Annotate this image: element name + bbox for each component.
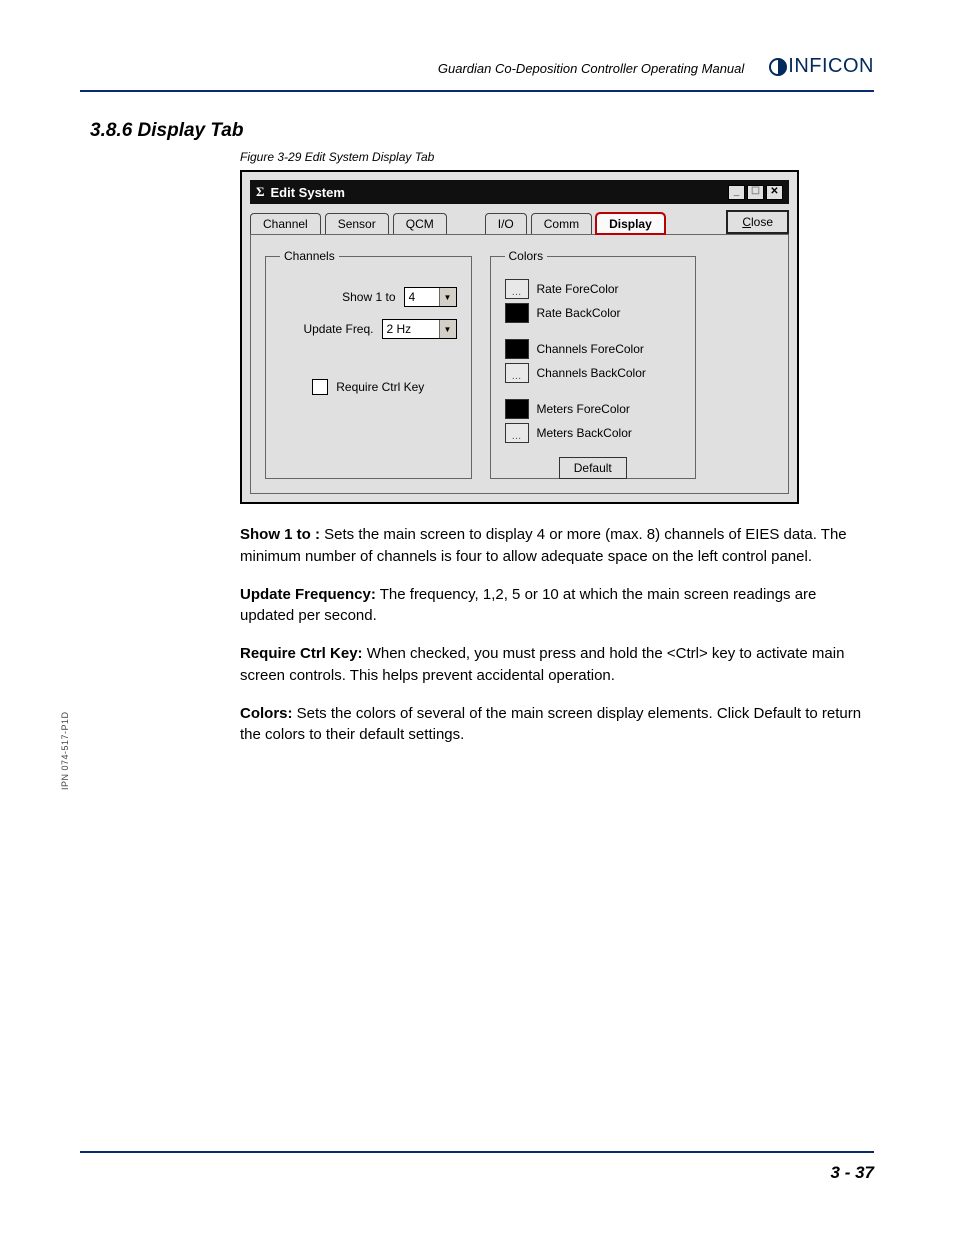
minimize-button[interactable]: _	[728, 185, 745, 200]
footer-rule	[80, 1151, 874, 1153]
tab-comm[interactable]: Comm	[531, 213, 592, 234]
header-rule	[80, 90, 874, 92]
channels-group: Channels Show 1 to ▼ Update Freq.	[265, 249, 472, 479]
brand-logo: INFICON	[768, 55, 874, 78]
tab-io[interactable]: I/O	[485, 213, 527, 234]
dialog-titlebar: Σ Edit System _ ☐ ✕	[250, 180, 789, 204]
tab-qcm[interactable]: QCM	[393, 213, 447, 234]
tab-sensor[interactable]: Sensor	[325, 213, 389, 234]
chevron-down-icon[interactable]: ▼	[439, 288, 456, 306]
rate-backcolor-swatch[interactable]	[505, 303, 529, 323]
tab-channel[interactable]: Channel	[250, 213, 321, 234]
rate-forecolor-swatch[interactable]: …	[505, 279, 529, 299]
meters-backcolor-swatch[interactable]: …	[505, 423, 529, 443]
dialog-title: Edit System	[271, 185, 345, 200]
channels-backcolor-swatch[interactable]: …	[505, 363, 529, 383]
show-1-to-label: Show 1 to	[342, 290, 395, 304]
app-icon: Σ	[256, 184, 265, 200]
meters-forecolor-swatch[interactable]	[505, 399, 529, 419]
update-freq-label: Update Freq.	[303, 322, 373, 336]
colors-legend: Colors	[505, 249, 548, 263]
meters-backcolor-label: Meters BackColor	[537, 426, 632, 440]
close-x-button[interactable]: ✕	[766, 185, 783, 200]
section-heading: 3.8.6 Display Tab	[90, 120, 874, 142]
channels-backcolor-label: Channels BackColor	[537, 366, 646, 380]
require-ctrl-key-label: Require Ctrl Key	[336, 380, 424, 394]
channels-legend: Channels	[280, 249, 339, 263]
rate-forecolor-label: Rate ForeColor	[537, 282, 619, 296]
maximize-button[interactable]: ☐	[747, 185, 764, 200]
tab-display[interactable]: Display	[596, 213, 665, 234]
channels-forecolor-label: Channels ForeColor	[537, 342, 644, 356]
manual-title: Guardian Co-Deposition Controller Operat…	[80, 61, 754, 78]
meters-forecolor-label: Meters ForeColor	[537, 402, 630, 416]
chevron-down-icon[interactable]: ▼	[439, 320, 456, 338]
tab-strip: Channel Sensor QCM I/O Comm Display Clos…	[250, 210, 789, 234]
close-button[interactable]: Close	[726, 210, 789, 234]
rate-backcolor-label: Rate BackColor	[537, 306, 621, 320]
show-1-to-combo[interactable]: ▼	[404, 287, 457, 307]
channels-forecolor-swatch[interactable]	[505, 339, 529, 359]
require-ctrl-key-checkbox[interactable]	[312, 379, 328, 395]
update-freq-combo[interactable]: ▼	[382, 319, 457, 339]
update-freq-input[interactable]	[383, 320, 439, 338]
default-button[interactable]: Default	[559, 457, 627, 479]
page-number: 3 - 37	[80, 1163, 874, 1183]
colors-group: Colors … Rate ForeColor Rate BackColor	[490, 249, 697, 479]
body-text: Show 1 to : Sets the main screen to disp…	[240, 524, 874, 746]
ipn-code: IPN 074-517-P1D	[60, 711, 70, 790]
edit-system-dialog: Σ Edit System _ ☐ ✕ Channel Sensor QCM I…	[240, 170, 799, 504]
show-1-to-input[interactable]	[405, 288, 439, 306]
figure-caption: Figure 3-29 Edit System Display Tab	[240, 150, 874, 164]
